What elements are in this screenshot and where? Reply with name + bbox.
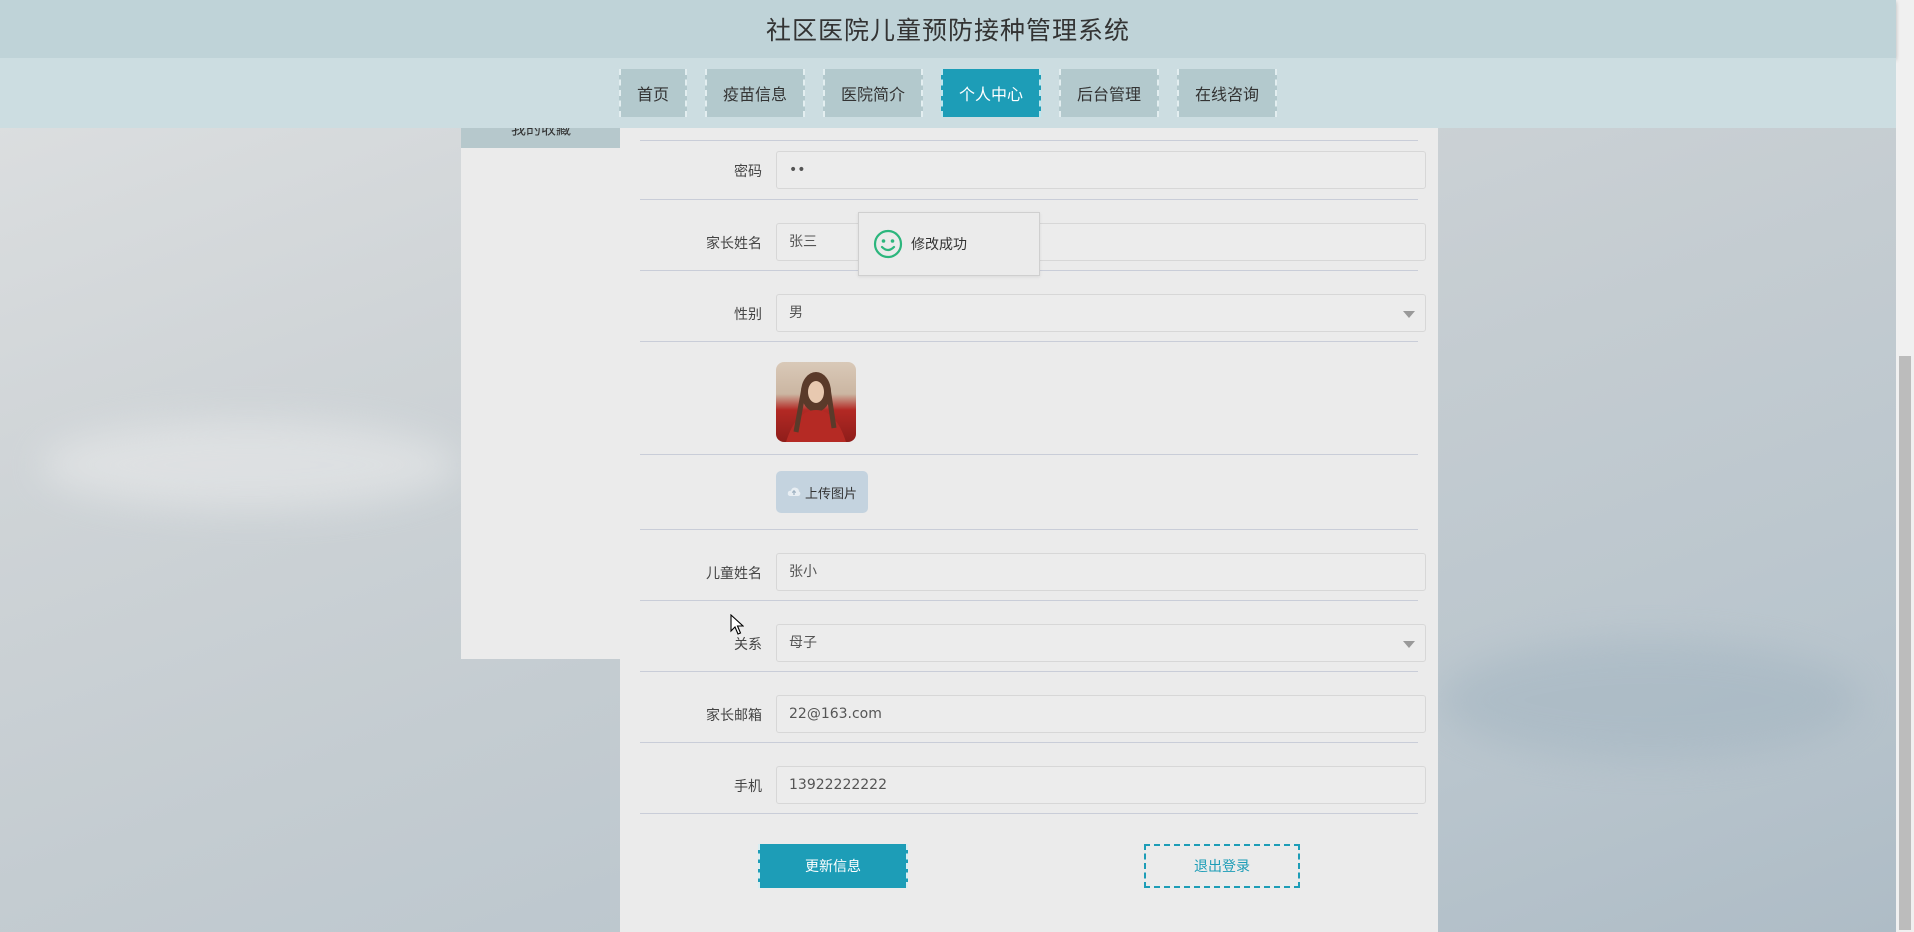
background-texture (40, 420, 460, 510)
form-row-partial (640, 128, 1418, 141)
nav-item-hospital-intro[interactable]: 医院简介 (822, 69, 923, 117)
mouse-cursor-icon (730, 614, 744, 635)
form-row-phone: 手机 13922222222 (640, 743, 1426, 814)
sidebar-item-label: 我的收藏 (510, 128, 571, 138)
form-row-child-name: 儿童姓名 张小 (640, 530, 1426, 601)
gender-select[interactable]: 男 (776, 294, 1426, 332)
avatar (776, 362, 856, 442)
nav-item-home[interactable]: 首页 (618, 69, 687, 117)
upload-image-button[interactable]: 上传图片 (776, 471, 868, 513)
update-info-button[interactable]: 更新信息 (758, 844, 908, 888)
email-field[interactable]: 22@163.com (776, 695, 1426, 733)
success-toast: 修改成功 (858, 212, 1040, 276)
scrollbar-thumb[interactable] (1899, 356, 1911, 930)
form-row-relation: 关系 母子 (640, 601, 1426, 672)
chevron-down-icon (1403, 641, 1415, 648)
child-name-label: 儿童姓名 (706, 566, 762, 582)
password-field[interactable]: •• (776, 151, 1426, 189)
child-name-field[interactable]: 张小 (776, 553, 1426, 591)
main-nav: 首页 疫苗信息 医院简介 个人中心 后台管理 在线咨询 (0, 58, 1896, 128)
chevron-down-icon (1403, 311, 1415, 318)
upload-button-label: 上传图片 (804, 486, 857, 502)
form-row-password: 密码 •• (640, 141, 1426, 200)
gender-value: 男 (789, 305, 803, 321)
relation-select[interactable]: 母子 (776, 624, 1426, 662)
nav-item-vaccine-info[interactable]: 疫苗信息 (704, 69, 805, 117)
form-row-upload: 上传图片 (640, 455, 1418, 530)
sidebar: 我的收藏 (461, 128, 621, 659)
avatar-image (786, 372, 846, 442)
phone-field[interactable]: 13922222222 (776, 766, 1426, 804)
nav-item-admin[interactable]: 后台管理 (1059, 69, 1160, 117)
relation-value: 母子 (789, 635, 817, 651)
toast-message: 修改成功 (911, 237, 967, 253)
smile-icon (873, 229, 903, 259)
password-label: 密码 (734, 164, 762, 180)
site-header: 社区医院儿童预防接种管理系统 (0, 0, 1896, 58)
nav-item-consult[interactable]: 在线咨询 (1177, 69, 1278, 117)
parent-name-label: 家长姓名 (706, 236, 762, 252)
sidebar-item-favorites[interactable]: 我的收藏 (461, 128, 621, 148)
phone-label: 手机 (734, 779, 762, 795)
cloud-upload-icon (787, 487, 801, 496)
form-row-avatar (640, 342, 1418, 455)
background-texture (1440, 640, 1860, 760)
gender-label: 性别 (734, 307, 762, 323)
relation-label: 关系 (734, 637, 762, 653)
nav-item-personal-center[interactable]: 个人中心 (941, 69, 1042, 117)
form-row-gender: 性别 男 (640, 271, 1426, 342)
email-label: 家长邮箱 (706, 708, 762, 724)
page-title: 社区医院儿童预防接种管理系统 (765, 16, 1130, 45)
form-row-email: 家长邮箱 22@163.com (640, 672, 1426, 743)
logout-button[interactable]: 退出登录 (1144, 844, 1300, 888)
